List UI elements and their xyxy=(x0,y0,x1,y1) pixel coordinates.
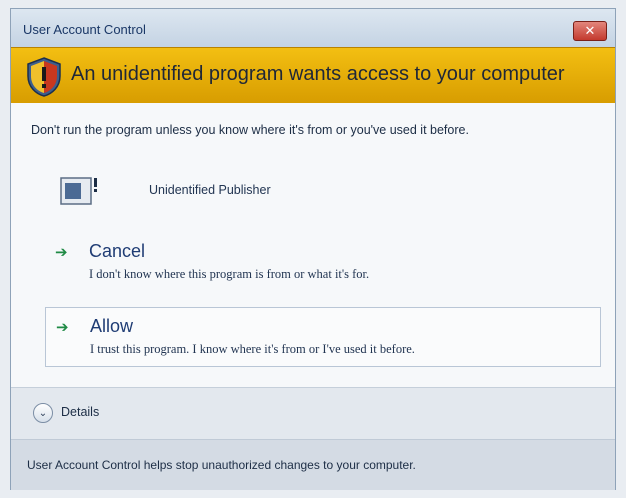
window-title: User Account Control xyxy=(23,22,146,37)
chevron-down-icon[interactable]: ⌄ xyxy=(33,403,53,423)
allow-description: I trust this program. I know where it's … xyxy=(90,342,415,356)
footer: User Account Control helps stop unauthor… xyxy=(11,439,615,490)
cancel-option[interactable]: ➔ Cancel I don't know where this program… xyxy=(45,233,601,293)
details-toggle[interactable]: Details xyxy=(61,405,99,419)
banner-title: An unidentified program wants access to … xyxy=(71,63,565,85)
dialog-content: Don't run the program unless you know wh… xyxy=(11,103,615,387)
publisher-label: Unidentified Publisher xyxy=(149,183,271,197)
warning-text: Don't run the program unless you know wh… xyxy=(31,123,469,137)
close-icon: ✕ xyxy=(584,23,596,39)
arrow-icon: ➔ xyxy=(55,243,68,261)
close-button[interactable]: ✕ xyxy=(573,21,607,41)
chevron-glyph: ⌄ xyxy=(38,407,48,419)
cancel-description: I don't know where this program is from … xyxy=(89,267,370,281)
program-icon xyxy=(60,177,97,205)
arrow-icon: ➔ xyxy=(56,318,69,336)
footer-text: User Account Control helps stop unauthor… xyxy=(27,458,416,472)
cancel-title: Cancel xyxy=(89,241,146,261)
details-row: ⌄ Details xyxy=(11,387,615,440)
warning-banner: An unidentified program wants access to … xyxy=(11,47,615,105)
allow-option[interactable]: ➔ Allow I trust this program. I know whe… xyxy=(45,307,601,367)
shield-icon xyxy=(27,57,61,97)
title-bar: User Account Control ✕ xyxy=(11,9,615,47)
allow-title: Allow xyxy=(90,316,134,336)
uac-dialog: User Account Control ✕ An unidentified p… xyxy=(10,8,616,490)
